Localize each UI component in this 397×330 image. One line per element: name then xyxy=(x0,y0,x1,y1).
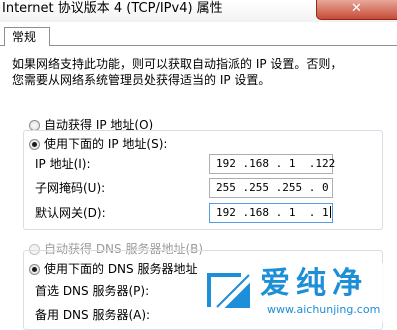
manual-dns-label: 使用下面的 DNS 服务器地址 xyxy=(44,262,198,276)
radio-icon xyxy=(29,119,40,131)
watermark-url: www.aichunjing.com xyxy=(267,303,381,316)
default-gateway-input[interactable]: 192 .168 . 1 . 1 xyxy=(209,203,333,223)
description-text: 如果网络支持此功能，则可以获取自动指派的 IP 设置。否则， 您需要从网络系统管… xyxy=(12,56,392,88)
default-gateway-label: 默认网关(D): xyxy=(35,206,106,220)
subnet-mask-input[interactable]: 255 .255 .255 . 0 xyxy=(209,178,333,198)
subnet-mask-label: 子网掩码(U): xyxy=(35,181,106,195)
default-gateway-value: 192 .168 . 1 . 1 xyxy=(216,206,329,219)
manual-ip-label: 使用下面的 IP 地址(S): xyxy=(44,137,168,151)
ip-address-value: 192 .168 . 1 .122 xyxy=(216,157,336,170)
radio-selected-icon xyxy=(29,138,40,150)
watermark-logo: 爱纯净 www.aichunjing.com xyxy=(197,263,397,322)
ip-address-label: IP 地址(I): xyxy=(35,157,91,171)
close-button[interactable] xyxy=(316,0,397,20)
window-title: Internet 协议版本 4 (TCP/IPv4) 属性 xyxy=(2,1,223,16)
tab-label: 常规 xyxy=(12,30,37,44)
subnet-mask-value: 255 .255 .255 . 0 xyxy=(216,181,329,194)
radio-selected-icon xyxy=(29,263,40,275)
watermark-name: 爱纯净 xyxy=(260,266,368,301)
description-line: 如果网络支持此功能，则可以获取自动指派的 IP 设置。否则， xyxy=(12,57,343,71)
ip-address-input[interactable]: 192 .168 . 1 .122 xyxy=(209,154,336,174)
manual-dns-radio[interactable]: 使用下面的 DNS 服务器地址 xyxy=(29,262,201,276)
text-caret xyxy=(329,206,331,218)
preferred-dns-label: 首选 DNS 服务器(P): xyxy=(35,284,150,298)
tab-general[interactable]: 常规 xyxy=(4,27,50,46)
description-line: 您需要从网络系统管理员处获得适当的 IP 设置。 xyxy=(12,73,271,87)
manual-ip-radio[interactable]: 使用下面的 IP 地址(S): xyxy=(29,137,171,151)
alternate-dns-label: 备用 DNS 服务器(A): xyxy=(35,308,151,322)
